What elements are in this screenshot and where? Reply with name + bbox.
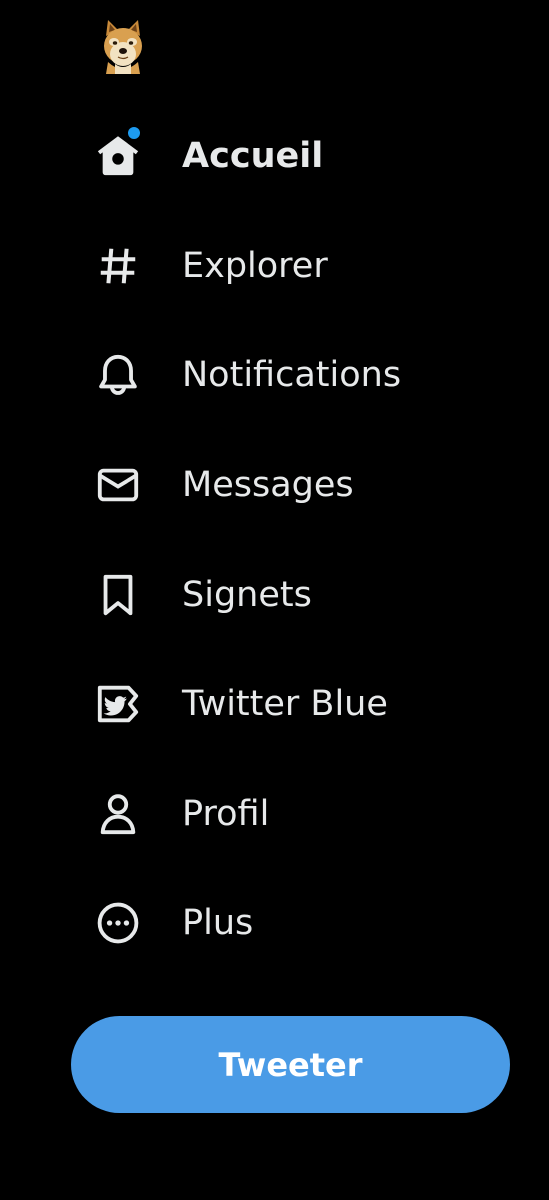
bookmark-icon-wrapper — [86, 563, 150, 627]
nav-label-explore: Explorer — [182, 246, 328, 286]
nav-label-profile: Profil — [182, 794, 270, 834]
sidebar: Accueil Explorer Notifications Messages … — [0, 0, 549, 1200]
bookmark-icon — [103, 574, 133, 616]
person-icon — [100, 794, 136, 835]
nav-item-more[interactable]: Plus — [86, 885, 277, 961]
notification-dot — [128, 127, 140, 139]
envelope-icon-wrapper — [86, 453, 150, 517]
twitter-blue-icon — [97, 685, 139, 723]
nav-item-bookmarks[interactable]: Signets — [86, 557, 336, 633]
home-icon-wrapper — [86, 124, 150, 188]
hashtag-icon-wrapper — [86, 234, 150, 298]
nav-label-home: Accueil — [182, 136, 324, 176]
nav-item-messages[interactable]: Messages — [86, 447, 378, 523]
person-icon-wrapper — [86, 782, 150, 846]
nav-item-notifications[interactable]: Notifications — [86, 337, 425, 413]
bell-icon — [99, 354, 137, 395]
nav-label-more: Plus — [182, 903, 254, 943]
home-icon — [97, 136, 139, 176]
doge-logo-icon[interactable] — [98, 18, 148, 74]
nav-item-home[interactable]: Accueil — [86, 118, 347, 194]
nav-label-notifications: Notifications — [182, 355, 402, 395]
hashtag-icon — [100, 248, 136, 284]
nav-item-twitter-blue[interactable]: Twitter Blue — [86, 666, 412, 742]
envelope-icon — [97, 468, 139, 502]
nav-label-bookmarks: Signets — [182, 575, 312, 615]
more-circle-icon-wrapper — [86, 891, 150, 955]
more-circle-icon — [97, 902, 139, 944]
nav-item-profile[interactable]: Profil — [86, 776, 293, 852]
tweet-button[interactable]: Tweeter — [71, 1016, 510, 1113]
nav-label-twitter-blue: Twitter Blue — [182, 684, 388, 724]
twitter-blue-icon-wrapper — [86, 672, 150, 736]
nav-label-messages: Messages — [182, 465, 354, 505]
nav-item-explore[interactable]: Explorer — [86, 228, 352, 304]
bell-icon-wrapper — [86, 343, 150, 407]
doge-avatar-icon — [104, 20, 142, 74]
